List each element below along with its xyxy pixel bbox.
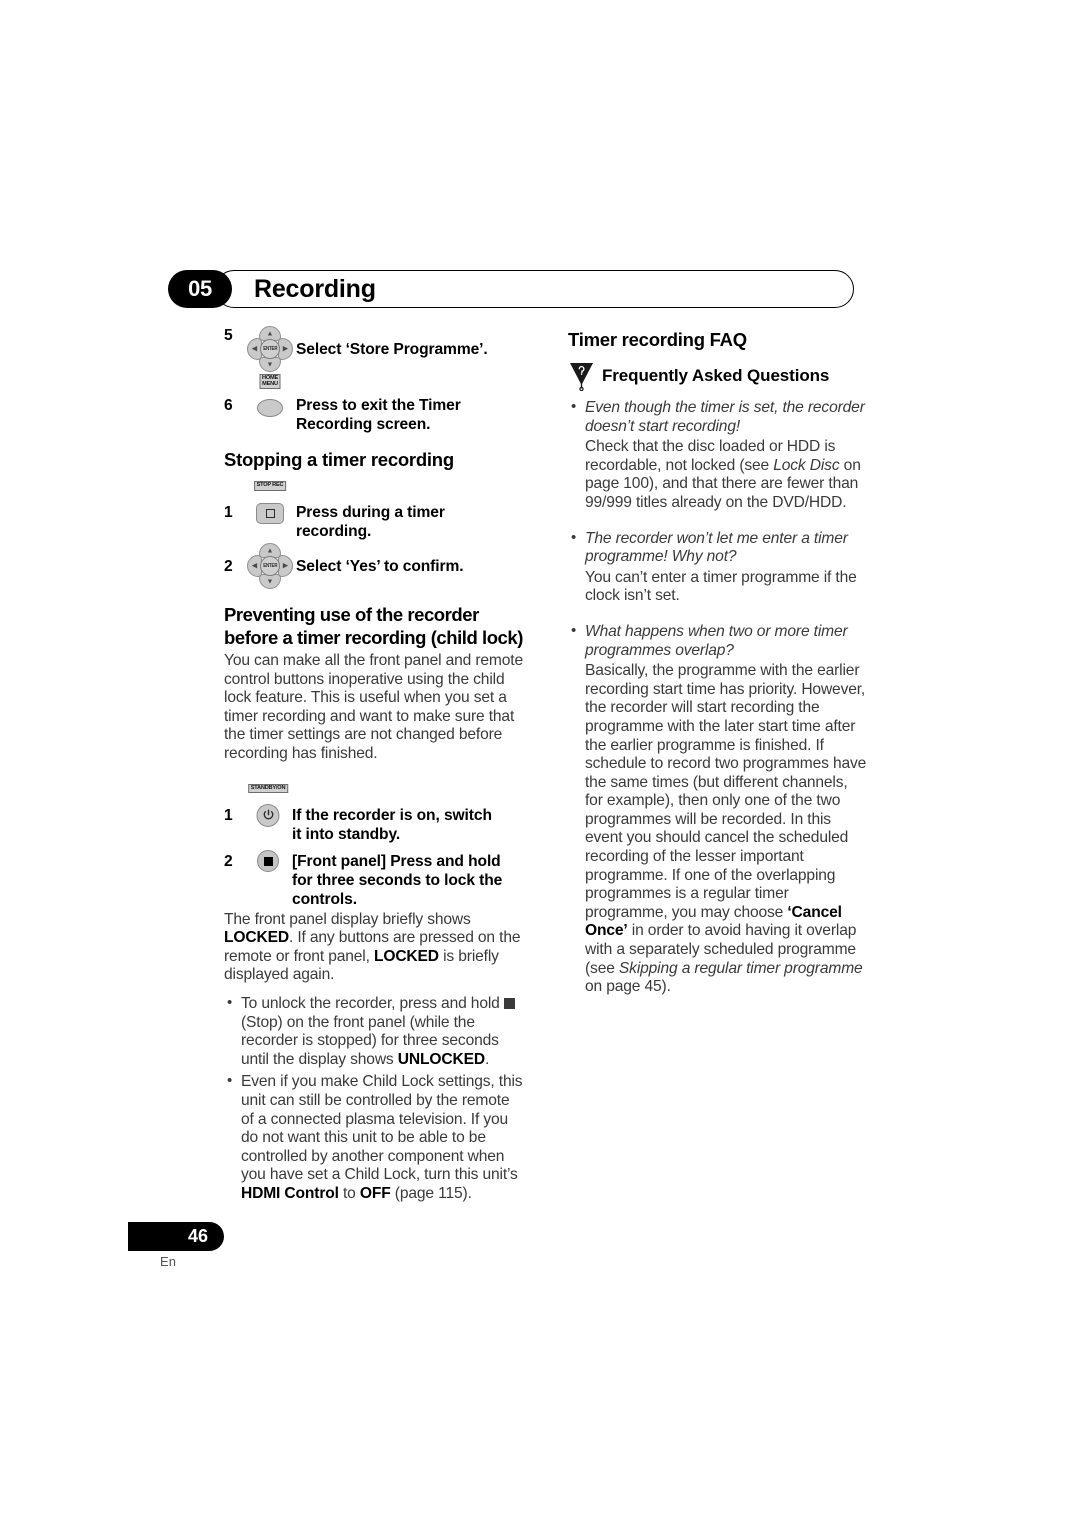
child-lock-step-1: 1 STANDBY/ON If the recorder is on, swit… xyxy=(224,783,524,844)
step-6: 6 HOME MENU Press to exit the Timer Reco… xyxy=(224,374,524,434)
faq-question-1: Even though the timer is set, the record… xyxy=(585,399,865,435)
chapter-number-badge: 05 xyxy=(168,270,232,308)
locked-keyword-1: LOCKED xyxy=(224,929,289,947)
stop-square-glyph-icon xyxy=(503,997,515,1009)
standby-on-button-icon: STANDBY/ON xyxy=(244,783,292,828)
step-6-text: Press to exit the Timer Recording screen… xyxy=(296,397,461,433)
frequently-asked-questions-header: Frequently Asked Questions xyxy=(568,361,868,391)
list-item: Even though the timer is set, the record… xyxy=(568,398,868,436)
faq-answer-2: You can’t enter a timer programme if the… xyxy=(585,568,857,605)
faq-answer-3-part3: on page 45). xyxy=(585,978,671,996)
faq-triangle-question-icon xyxy=(568,361,595,391)
unlocked-keyword: UNLOCKED xyxy=(397,1050,485,1068)
child-lock-note-part1: The front panel display briefly shows xyxy=(224,910,471,928)
right-column: Timer recording FAQ Frequently Asked Que… xyxy=(568,322,868,997)
list-item: Even if you make Child Lock settings, th… xyxy=(224,1072,524,1203)
child-lock-step-2-number: 2 xyxy=(224,852,233,870)
stopping-a-timer-recording-heading: Stopping a timer recording xyxy=(224,449,454,470)
dpad-icon: ▲ ▼ ◀ ▶ ENTER xyxy=(244,326,296,372)
faq-subheading: Frequently Asked Questions xyxy=(602,366,830,385)
bullet-2-part3: (page 115). xyxy=(390,1184,472,1202)
hdmi-control-keyword: HDMI Control xyxy=(241,1184,339,1202)
step-5-number: 5 xyxy=(224,327,233,344)
power-glyph-icon xyxy=(263,809,274,821)
faq-answer-1: Check that the disc loaded or HDD is rec… xyxy=(568,438,868,512)
stop-step-1: 1 STOP REC Press during a timer recordin… xyxy=(224,481,524,541)
faq-answer-3-part1: Basically, the programme with the earlie… xyxy=(585,662,867,921)
page-title: Recording xyxy=(254,274,376,303)
bullet-1-part1: To unlock the recorder, press and hold xyxy=(241,994,504,1012)
bullet-1-part3: . xyxy=(484,1050,490,1068)
step-5-text: Select ‘Store Programme’. xyxy=(296,341,488,358)
child-lock-step-2: 2 [Front panel] Press and hold for three… xyxy=(224,850,524,909)
standby-on-icon-label: STANDBY/ON xyxy=(248,783,288,794)
stop-rec-icon-label: STOP REC xyxy=(254,481,286,491)
faq-question-2: The recorder won’t let me enter a timer … xyxy=(585,529,848,566)
list-item: What happens when two or more timer prog… xyxy=(568,622,868,660)
faq-answer-3: Basically, the programme with the earlie… xyxy=(568,662,868,997)
child-lock-step-1-number: 1 xyxy=(224,806,233,824)
preventing-use-heading: Preventing use of the recorder before a … xyxy=(224,604,523,648)
home-menu-icon-label: HOME MENU xyxy=(259,374,281,390)
step-6-number: 6 xyxy=(224,397,233,414)
child-lock-bullet-list: To unlock the recorder, press and hold (… xyxy=(224,994,524,1204)
home-menu-button-icon: HOME MENU xyxy=(244,374,296,418)
child-lock-note: The front panel display briefly shows LO… xyxy=(224,911,524,985)
off-keyword: OFF xyxy=(359,1184,391,1202)
list-item: To unlock the recorder, press and hold (… xyxy=(224,994,524,1069)
stop-step-1-text: Press during a timer recording. xyxy=(296,504,445,540)
child-lock-step-1-text: If the recorder is on, switch it into st… xyxy=(292,806,492,843)
left-column: 5 ▲ ▼ ◀ ▶ ENTER Select ‘Store Programme’… xyxy=(224,322,524,1205)
child-lock-step-2-text: [Front panel] Press and hold for three s… xyxy=(292,852,503,908)
list-item: The recorder won’t let me enter a timer … xyxy=(568,529,868,567)
faq-question-list: The recorder won’t let me enter a timer … xyxy=(568,529,868,567)
locked-keyword-2: LOCKED xyxy=(373,947,439,965)
faq-question-list: What happens when two or more timer prog… xyxy=(568,622,868,660)
bullet-2-part1: Even if you make Child Lock settings, th… xyxy=(241,1073,523,1184)
faq-question-list: Even though the timer is set, the record… xyxy=(568,398,868,436)
preventing-use-body: You can make all the front panel and rem… xyxy=(224,652,523,762)
stop-step-2-text: Select ‘Yes’ to confirm. xyxy=(296,558,464,575)
page-language-label: En xyxy=(160,1254,176,1269)
skipping-regular-timer-reference: Skipping a regular timer programme xyxy=(618,959,863,977)
dpad-icon: ▲ ▼ ◀ ▶ ENTER xyxy=(244,543,296,589)
bullet-2-part2: to xyxy=(338,1184,360,1202)
stop-rec-button-icon: STOP REC xyxy=(244,481,296,525)
stop-step-2-number: 2 xyxy=(224,558,233,575)
document-page: 05 Recording 5 ▲ ▼ ◀ ▶ ENTER Select ‘Sto… xyxy=(0,0,1080,1528)
faq-question-3: What happens when two or more timer prog… xyxy=(585,622,848,659)
front-panel-stop-button-icon xyxy=(244,850,292,873)
step-5: 5 ▲ ▼ ◀ ▶ ENTER Select ‘Store Programme’… xyxy=(224,326,524,372)
timer-recording-faq-heading: Timer recording FAQ xyxy=(568,329,747,350)
lock-disc-reference: Lock Disc xyxy=(773,456,840,474)
stop-step-1-number: 1 xyxy=(224,504,233,521)
stop-step-2: 2 ▲ ▼ ◀ ▶ ENTER Select ‘Yes’ to confirm. xyxy=(224,543,524,589)
page-number-badge: 46 xyxy=(128,1222,224,1251)
page-header: 05 Recording xyxy=(168,270,854,308)
